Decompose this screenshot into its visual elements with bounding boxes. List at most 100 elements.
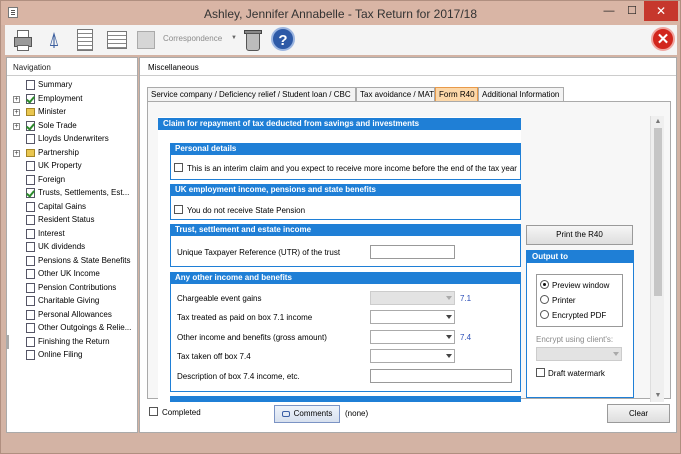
tab-form-r40[interactable]: Form R40 — [435, 87, 478, 101]
other-income-title: Any other income and benefits — [170, 272, 521, 284]
comments-button-label: Comments — [293, 409, 333, 418]
broadcast-tower-icon[interactable]: ⍋ — [41, 27, 67, 53]
tab-tax-avoidance[interactable]: Tax avoidance / MAT — [356, 87, 435, 101]
tax-taken-select[interactable] — [370, 349, 455, 363]
document-icon — [26, 201, 35, 212]
nav-item[interactable]: Other Outgoings & Relie... — [7, 321, 137, 335]
nav-item[interactable]: Finishing the Return — [7, 335, 137, 349]
interim-claim-checkbox[interactable] — [174, 163, 183, 172]
nav-item[interactable]: Online Filing — [7, 348, 137, 362]
form-scrollbar[interactable]: ▲ ▼ — [650, 116, 664, 402]
expand-icon[interactable]: + — [13, 95, 20, 103]
personal-details-title: Personal details — [170, 143, 521, 155]
nav-item[interactable]: Other UK Income — [7, 267, 137, 281]
nav-item-label: Charitable Giving — [38, 296, 100, 305]
nav-item[interactable]: Summary — [7, 78, 137, 92]
maximize-button[interactable]: ☐ — [621, 1, 643, 21]
nav-item[interactable]: Resident Status — [7, 213, 137, 227]
document-icon — [26, 323, 35, 333]
other-income-select[interactable] — [370, 330, 455, 344]
utr-input[interactable] — [370, 245, 455, 259]
preview-window-radio[interactable] — [540, 280, 549, 289]
nav-item[interactable]: Charitable Giving — [7, 294, 137, 308]
close-window-button[interactable]: ✕ — [644, 1, 678, 21]
nav-item[interactable]: UK dividends — [7, 240, 137, 254]
printer-icon[interactable] — [11, 27, 35, 53]
tax-treated-select[interactable] — [370, 310, 455, 324]
nav-item-label: Lloyds Underwriters — [38, 134, 109, 143]
chargeable-gains-select — [370, 291, 455, 305]
expand-icon[interactable]: + — [13, 109, 20, 116]
trash-icon[interactable] — [243, 27, 263, 53]
nav-item[interactable]: + Employment — [7, 92, 137, 106]
folder-icon — [26, 148, 35, 157]
nav-item[interactable]: Trusts, Settlements, Est... — [7, 186, 137, 200]
expand-icon[interactable]: + — [13, 149, 20, 157]
help-icon[interactable]: ? — [271, 27, 295, 51]
completed-checkbox[interactable] — [149, 407, 158, 416]
clear-button[interactable]: Clear — [607, 404, 670, 423]
scroll-up-icon[interactable]: ▲ — [651, 116, 665, 128]
description-input[interactable] — [370, 369, 512, 383]
disabled-document-icon — [135, 27, 157, 53]
document-icon — [26, 80, 35, 90]
nav-item[interactable]: Lloyds Underwriters — [7, 132, 137, 146]
scroll-down-icon[interactable]: ▼ — [651, 390, 665, 402]
nav-item[interactable]: Capital Gains — [7, 200, 137, 214]
comments-value: (none) — [345, 409, 369, 418]
printer-radio[interactable] — [540, 295, 549, 304]
encrypted-pdf-radio[interactable] — [540, 310, 549, 319]
chevron-down-icon — [446, 296, 452, 300]
nav-item-label: Foreign — [38, 174, 66, 184]
chargeable-gains-label: Chargeable event gains — [177, 294, 262, 303]
nav-item[interactable]: UK Property — [7, 159, 137, 173]
trust-title: Trust, settlement and estate income — [170, 224, 521, 236]
nav-item-label: Online Filing — [38, 350, 83, 359]
nav-item[interactable]: Foreign — [7, 173, 137, 187]
nav-item[interactable]: + Minister — [7, 105, 137, 119]
minimize-button[interactable]: — — [597, 1, 621, 21]
document-icon — [26, 228, 35, 239]
correspondence-menu[interactable]: Correspondence — [163, 34, 222, 43]
utr-label: Unique Taxpayer Reference (UTR) of the t… — [177, 248, 341, 257]
nav-item[interactable]: Pension Contributions — [7, 281, 137, 295]
navigation-tree: Summary + Employment + Minister + Sole Trade Ll… — [7, 78, 137, 362]
comments-button[interactable]: Comments — [274, 405, 340, 423]
print-r40-button[interactable]: Print the R40 — [526, 225, 633, 245]
chevron-down-icon: ▼ — [231, 35, 237, 41]
exit-icon[interactable]: ✕ — [651, 27, 675, 51]
nav-item-label: Partnership — [38, 147, 79, 157]
nav-item[interactable]: Pensions & State Benefits — [7, 254, 137, 268]
document-icon — [26, 161, 35, 171]
nav-item[interactable]: + Sole Trade — [7, 119, 137, 133]
box-7-1-ref: 7.1 — [460, 294, 472, 303]
checked-document-icon — [26, 120, 35, 131]
document-icon — [26, 215, 35, 225]
encrypted-pdf-label: Encrypted PDF — [552, 311, 607, 320]
document-icon — [26, 174, 35, 185]
spreadsheet-icon[interactable] — [105, 27, 129, 53]
folder-icon — [26, 108, 35, 116]
chevron-down-icon — [613, 352, 619, 356]
nav-item[interactable]: Interest — [7, 227, 137, 241]
tab-additional-information[interactable]: Additional Information — [478, 87, 564, 101]
document-icon[interactable] — [75, 27, 95, 53]
no-state-pension-checkbox[interactable] — [174, 205, 183, 214]
expand-icon[interactable]: + — [13, 122, 20, 130]
nav-item[interactable]: Personal Allowances — [7, 308, 137, 322]
encrypt-label: Encrypt using client's: — [536, 335, 614, 344]
scrollbar-thumb[interactable] — [654, 128, 662, 296]
tax-taken-label: Tax taken off box 7.4 — [177, 352, 251, 361]
status-bar — [6, 433, 677, 451]
document-icon — [26, 242, 35, 252]
tab-service-company[interactable]: Service company / Deficiency relief / St… — [147, 87, 356, 101]
toolbar: ⍋ Correspondence ▼ ? ✕ — [5, 25, 677, 55]
nav-item[interactable]: + Partnership — [7, 146, 137, 160]
output-title: Output to — [527, 251, 633, 263]
nav-item-label: Interest — [38, 228, 65, 238]
draft-watermark-label: Draft watermark — [548, 369, 605, 378]
nav-item-label: Minister — [38, 107, 67, 116]
draft-watermark-checkbox[interactable] — [536, 368, 545, 377]
other-income-label: Other income and benefits (gross amount) — [177, 333, 327, 342]
no-state-pension-label: You do not receive State Pension — [187, 206, 306, 215]
